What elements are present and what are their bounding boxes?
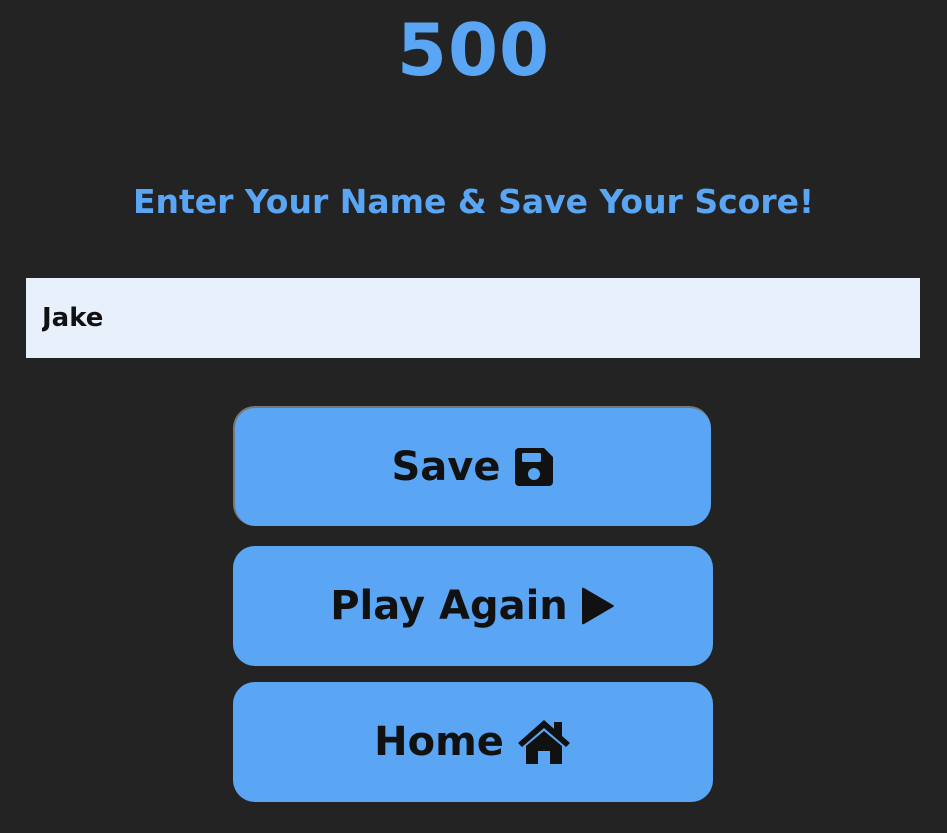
home-icon <box>516 718 572 766</box>
save-score-prompt: Enter Your Name & Save Your Score! <box>132 182 815 221</box>
play-again-button-label: Play Again <box>330 583 568 629</box>
save-button[interactable]: Save <box>233 406 711 526</box>
save-button-label: Save <box>391 444 501 490</box>
final-score: 500 <box>396 8 551 92</box>
floppy-disk-icon <box>513 446 555 488</box>
play-again-button[interactable]: Play Again <box>233 546 713 666</box>
play-icon <box>580 585 616 627</box>
username-input[interactable] <box>26 278 920 358</box>
home-button[interactable]: Home <box>233 682 713 802</box>
home-button-label: Home <box>374 719 504 765</box>
